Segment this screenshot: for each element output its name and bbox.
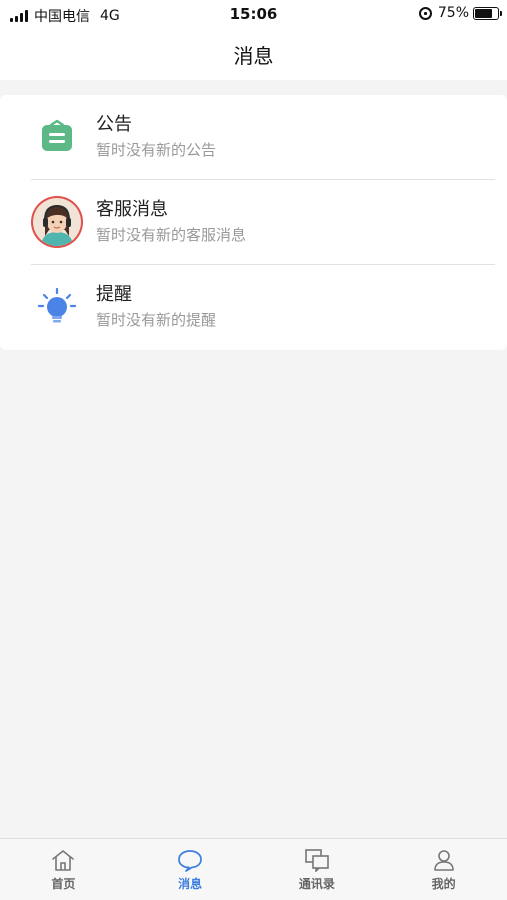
item-title: 客服消息 [96, 199, 168, 220]
tab-label: 我的 [431, 877, 456, 891]
announcement-text: 公告 暂时没有新的公告 [96, 113, 216, 161]
battery-fill [475, 8, 492, 18]
tab-label: 首页 [51, 877, 76, 891]
tab-label: 消息 [178, 877, 203, 891]
reminder-text: 提醒 暂时没有新的提醒 [96, 283, 216, 331]
status-bar: 中国电信 4G 15:06 75% [0, 0, 507, 28]
item-title: 提醒 [96, 284, 132, 305]
home-icon [52, 850, 75, 871]
lightbulb-icon [31, 281, 83, 333]
profile-icon [433, 850, 454, 871]
list-item-customer-service[interactable]: 客服消息 暂时没有新的客服消息 [0, 180, 507, 265]
list-item-reminder[interactable]: 提醒 暂时没有新的提醒 [0, 265, 507, 350]
list-item-announcement[interactable]: 公告 暂时没有新的公告 [0, 95, 507, 180]
tab-messages[interactable]: 消息 [127, 839, 254, 900]
item-subtitle: 暂时没有新的客服消息 [96, 226, 247, 244]
message-list: 公告 暂时没有新的公告 客服消息 暂时没有新的客服消息 提醒 暂时没有新的提醒 [0, 95, 507, 350]
tab-label: 通讯录 [298, 877, 335, 891]
message-bubble-icon [178, 850, 202, 872]
tab-contacts[interactable]: 通讯录 [254, 839, 381, 900]
battery-icon [473, 6, 502, 20]
page-title: 消息 [233, 43, 274, 68]
rotation-lock-icon [418, 6, 432, 20]
announcement-icon [31, 111, 83, 163]
customer-service-text: 客服消息 暂时没有新的客服消息 [96, 198, 246, 246]
customer-service-avatar [31, 196, 83, 248]
battery-percent: 75% [437, 5, 469, 21]
item-subtitle: 暂时没有新的提醒 [96, 311, 217, 329]
item-title: 公告 [96, 114, 132, 135]
tab-profile[interactable]: 我的 [380, 839, 507, 900]
screen: 中国电信 4G 15:06 75% 消息 公告 暂时没有新的公告 客服消息 暂时… [0, 0, 507, 900]
contacts-icon [305, 849, 329, 872]
tab-bar: 首页 消息 通讯录 我的 [0, 838, 507, 900]
tab-home[interactable]: 首页 [0, 839, 127, 900]
status-right: 75% [418, 5, 502, 21]
item-subtitle: 暂时没有新的公告 [96, 141, 217, 159]
nav-bar: 消息 [0, 28, 507, 80]
